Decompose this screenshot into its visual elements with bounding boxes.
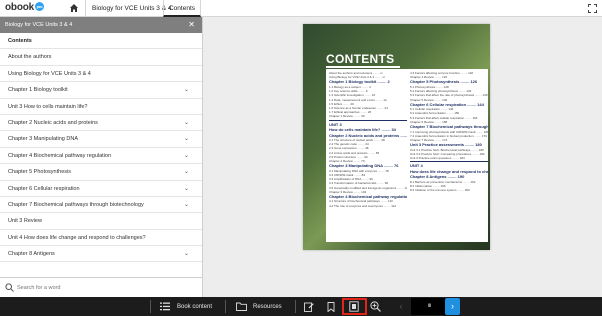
folder-icon — [236, 302, 247, 311]
book-content-label: Book content — [177, 303, 213, 310]
title-underline — [326, 66, 400, 68]
list-icon — [160, 302, 170, 311]
book-page: CONTENTS About the authors and reviewers… — [303, 24, 490, 250]
toc-divider — [329, 119, 407, 121]
chevron-down-icon[interactable]: ⌄ — [184, 164, 189, 180]
sidebar-item[interactable]: Chapter 7 Biochemical pathways through b… — [0, 197, 202, 214]
sidebar-item-label: Unit 3 Review — [8, 218, 42, 225]
divider — [150, 300, 151, 313]
search-icon — [5, 283, 14, 292]
chevron-down-icon[interactable]: ⌄ — [184, 131, 189, 147]
sidebar-item[interactable]: Unit 3 Review — [0, 213, 202, 230]
sidebar-item-label: Using Biology for VCE Units 3 & 4 — [8, 70, 91, 77]
sidebar-item-label: Chapter 6 Cellular respiration — [8, 185, 80, 192]
sidebar-item[interactable]: Chapter 3 Manipulating DNA ⌄ — [0, 131, 202, 148]
logo-text: obook — [5, 2, 34, 13]
sidebar-item-label: Chapter 4 Biochemical pathway regulation — [8, 152, 112, 159]
toc-entry: 4.2 The role of enzymes and coenzymes ..… — [329, 203, 397, 208]
toc-divider — [410, 161, 488, 163]
toc-heading: How do cells maintain life? ........ 34 — [329, 127, 396, 133]
bookmark-button[interactable] — [327, 297, 335, 316]
chevron-down-icon[interactable]: ⌄ — [184, 181, 189, 197]
sidebar-header: Biology for VCE Units 3 & 4 ✕ — [0, 17, 202, 33]
page-view-toggle[interactable] — [349, 297, 359, 316]
book-content-button[interactable]: Book content — [160, 297, 212, 316]
chevron-down-icon[interactable]: ⌄ — [184, 82, 189, 98]
toc-entry: Chapter 1 Review ........ 30 — [329, 114, 365, 119]
sidebar-item[interactable]: About the authors — [0, 49, 202, 66]
obook-logo[interactable]: obook pro — [5, 2, 44, 13]
tab-contents[interactable]: Contents — [163, 0, 201, 17]
sidebar-item[interactable]: Unit 3 How to cells maintain life? — [0, 99, 202, 115]
bookmark-icon — [327, 301, 335, 312]
bottom-toolbar: Book content Resources ‹ iii › — [0, 297, 602, 316]
search-bar — [0, 277, 202, 297]
search-input[interactable] — [17, 282, 197, 294]
close-icon[interactable]: ✕ — [188, 17, 195, 33]
sidebar-item[interactable]: Chapter 2 Nucleic acids and proteins ⌄ — [0, 115, 202, 132]
sidebar-item-label: Chapter 5 Photosynthesis — [8, 169, 71, 176]
toc-right-column: 4.3 Factors affecting enzyme function ..… — [410, 71, 488, 192]
contents-sidebar: Biology for VCE Units 3 & 4 ✕ Contents Ab… — [0, 17, 203, 297]
chevron-down-icon[interactable]: ⌄ — [184, 115, 189, 131]
sidebar-item-label: Chapter 8 Antigens — [8, 251, 55, 258]
edit-note-icon — [304, 302, 314, 312]
toc-heading: Chapter 3 Manipulating DNA ........ 76 — [329, 163, 399, 169]
page-number-field[interactable]: iii — [411, 298, 448, 315]
resources-label: Resources — [253, 303, 282, 310]
toc-panel: About the authors and reviewers ........… — [326, 69, 488, 242]
toc-entry: Unit 3 Practice exam questions ........ … — [410, 156, 465, 161]
zoom-in-icon — [370, 301, 381, 312]
sidebar-item-label: Chapter 1 Biology toolkit — [8, 87, 68, 94]
toc-heading: Unit 3 Practice assessments ........ 180 — [410, 142, 482, 148]
sidebar-item-label: Chapter 2 Nucleic acids and proteins — [8, 119, 98, 126]
sidebar-item[interactable]: Chapter 8 Antigens ⌄ — [0, 246, 202, 263]
single-page-icon — [349, 301, 359, 312]
chevron-down-icon[interactable]: ⌄ — [184, 246, 189, 262]
sidebar-item[interactable]: Chapter 6 Cellular respiration ⌄ — [0, 181, 202, 197]
sidebar-item[interactable]: Chapter 4 Biochemical pathway regulation… — [0, 148, 202, 165]
annotate-button[interactable] — [304, 297, 314, 316]
logo-badge: pro — [35, 2, 44, 11]
toc-entry: 8.3 Initiation of the immune system ....… — [410, 188, 470, 193]
sidebar-item[interactable]: Using Biology for VCE Units 3 & 4 — [0, 66, 202, 83]
sidebar-item-label: Unit 4 How does life change and respond … — [8, 234, 146, 241]
sidebar-title: Biology for VCE Units 3 & 4 — [5, 22, 73, 28]
chevron-down-icon[interactable]: ⌄ — [184, 197, 189, 213]
top-bar: obook pro Biology for VCE Units 3 & 4 Con… — [0, 0, 602, 17]
fullscreen-icon[interactable] — [588, 4, 597, 13]
next-page-button[interactable]: › — [445, 298, 460, 315]
sidebar-item[interactable]: Unit 4 How does life change and respond … — [0, 230, 202, 247]
divider — [295, 300, 296, 313]
sidebar-item[interactable]: Chapter 1 Biology toolkit ⌄ — [0, 82, 202, 99]
toc-entry: 5.3 Factors that affect the rate of phot… — [410, 93, 488, 98]
home-icon[interactable] — [69, 3, 79, 13]
sidebar-item-label: About the authors — [8, 54, 52, 61]
resources-button[interactable]: Resources — [236, 297, 282, 316]
sidebar-item-label: Unit 3 How to cells maintain life? — [8, 103, 88, 110]
sidebar-item-label: Chapter 7 Biochemical pathways through b… — [8, 201, 144, 208]
toc-heading: Chapter 7 Biochemical pathways through b… — [410, 124, 488, 130]
page-title: CONTENTS — [326, 52, 395, 66]
chevron-down-icon[interactable]: ⌄ — [184, 148, 189, 164]
sidebar-item-label: Contents — [8, 38, 32, 44]
sidebar-item[interactable]: Contents — [0, 33, 202, 50]
previous-page-button[interactable]: ‹ — [394, 298, 408, 315]
sidebar-item-label: Chapter 3 Manipulating DNA — [8, 136, 79, 143]
sidebar-item[interactable]: Chapter 5 Photosynthesis ⌄ — [0, 164, 202, 181]
zoom-button[interactable] — [370, 297, 381, 316]
sidebar-list: Contents About the authors Using Biology f… — [0, 33, 202, 277]
divider — [225, 300, 226, 313]
toc-left-column: About the authors and reviewers ........… — [329, 71, 407, 208]
